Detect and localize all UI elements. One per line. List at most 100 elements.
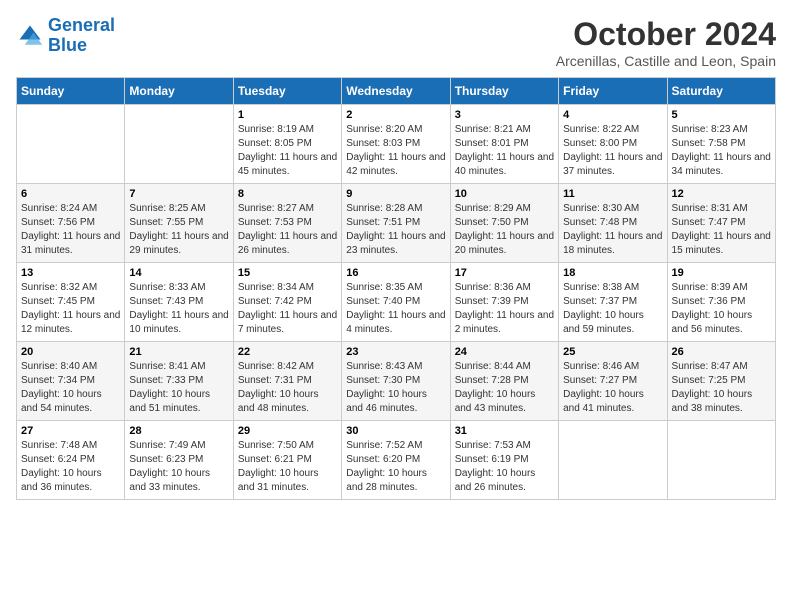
day-number: 18	[563, 267, 662, 279]
day-detail: Sunrise: 8:38 AMSunset: 7:37 PMDaylight:…	[563, 281, 662, 337]
day-number: 19	[672, 267, 771, 279]
day-detail: Sunrise: 7:53 AMSunset: 6:19 PMDaylight:…	[455, 439, 554, 495]
day-cell: 26 Sunrise: 8:47 AMSunset: 7:25 PMDayligh…	[667, 342, 775, 421]
week-row-3: 13 Sunrise: 8:32 AMSunset: 7:45 PMDayligh…	[17, 263, 776, 342]
day-cell: 11 Sunrise: 8:30 AMSunset: 7:48 PMDayligh…	[559, 184, 667, 263]
day-number: 20	[21, 346, 120, 358]
day-detail: Sunrise: 8:41 AMSunset: 7:33 PMDaylight:…	[129, 360, 228, 416]
day-cell: 31 Sunrise: 7:53 AMSunset: 6:19 PMDayligh…	[450, 421, 558, 500]
day-number: 13	[21, 267, 120, 279]
week-row-5: 27Sunrise: 7:48 AMSunset: 6:24 PMDayligh…	[17, 421, 776, 500]
page-header: General Blue October 2024 Arcenillas, Ca…	[16, 16, 776, 69]
day-number: 8	[238, 188, 337, 200]
day-detail: Sunrise: 8:22 AMSunset: 8:00 PMDaylight:…	[563, 123, 662, 179]
day-number: 1	[238, 109, 337, 121]
day-number: 5	[672, 109, 771, 121]
col-header-friday: Friday	[559, 78, 667, 105]
day-detail: Sunrise: 7:50 AMSunset: 6:21 PMDaylight:…	[238, 439, 337, 495]
day-detail: Sunrise: 8:23 AMSunset: 7:58 PMDaylight:…	[672, 123, 771, 179]
day-number: 22	[238, 346, 337, 358]
day-cell: 28Sunrise: 7:49 AMSunset: 6:23 PMDayligh…	[125, 421, 233, 500]
day-number: 9	[346, 188, 445, 200]
day-cell: 25Sunrise: 8:46 AMSunset: 7:27 PMDayligh…	[559, 342, 667, 421]
day-cell: 12Sunrise: 8:31 AMSunset: 7:47 PMDayligh…	[667, 184, 775, 263]
day-detail: Sunrise: 8:36 AMSunset: 7:39 PMDaylight:…	[455, 281, 554, 337]
logo: General Blue	[16, 16, 115, 56]
day-detail: Sunrise: 8:29 AMSunset: 7:50 PMDaylight:…	[455, 202, 554, 258]
day-cell: 14 Sunrise: 8:33 AMSunset: 7:43 PMDayligh…	[125, 263, 233, 342]
calendar-table: SundayMondayTuesdayWednesdayThursdayFrid…	[16, 77, 776, 500]
day-number: 30	[346, 425, 445, 437]
day-cell: 9 Sunrise: 8:28 AMSunset: 7:51 PMDaylight…	[342, 184, 450, 263]
day-cell: 5 Sunrise: 8:23 AMSunset: 7:58 PMDaylight…	[667, 105, 775, 184]
day-cell: 30 Sunrise: 7:52 AMSunset: 6:20 PMDayligh…	[342, 421, 450, 500]
day-number: 11	[563, 188, 662, 200]
day-detail: Sunrise: 8:35 AMSunset: 7:40 PMDaylight:…	[346, 281, 445, 337]
day-cell: 22 Sunrise: 8:42 AMSunset: 7:31 PMDayligh…	[233, 342, 341, 421]
day-detail: Sunrise: 8:44 AMSunset: 7:28 PMDaylight:…	[455, 360, 554, 416]
day-cell: 7Sunrise: 8:25 AMSunset: 7:55 PMDaylight…	[125, 184, 233, 263]
day-detail: Sunrise: 8:43 AMSunset: 7:30 PMDaylight:…	[346, 360, 445, 416]
day-number: 7	[129, 188, 228, 200]
col-header-monday: Monday	[125, 78, 233, 105]
day-cell: 18 Sunrise: 8:38 AMSunset: 7:37 PMDayligh…	[559, 263, 667, 342]
day-detail: Sunrise: 8:47 AMSunset: 7:25 PMDaylight:…	[672, 360, 771, 416]
day-number: 12	[672, 188, 771, 200]
day-number: 2	[346, 109, 445, 121]
day-cell: 20 Sunrise: 8:40 AMSunset: 7:34 PMDayligh…	[17, 342, 125, 421]
week-row-4: 20 Sunrise: 8:40 AMSunset: 7:34 PMDayligh…	[17, 342, 776, 421]
title-block: October 2024 Arcenillas, Castille and Le…	[556, 16, 776, 69]
day-detail: Sunrise: 8:42 AMSunset: 7:31 PMDaylight:…	[238, 360, 337, 416]
day-detail: Sunrise: 8:34 AMSunset: 7:42 PMDaylight:…	[238, 281, 337, 337]
month-title: October 2024	[556, 16, 776, 53]
day-number: 29	[238, 425, 337, 437]
day-cell: 8 Sunrise: 8:27 AMSunset: 7:53 PMDaylight…	[233, 184, 341, 263]
day-detail: Sunrise: 8:40 AMSunset: 7:34 PMDaylight:…	[21, 360, 120, 416]
day-detail: Sunrise: 7:49 AMSunset: 6:23 PMDaylight:…	[129, 439, 228, 495]
day-detail: Sunrise: 8:21 AMSunset: 8:01 PMDaylight:…	[455, 123, 554, 179]
week-row-2: 6 Sunrise: 8:24 AMSunset: 7:56 PMDaylight…	[17, 184, 776, 263]
day-number: 26	[672, 346, 771, 358]
day-cell	[667, 421, 775, 500]
logo-icon	[16, 22, 44, 50]
day-number: 24	[455, 346, 554, 358]
day-detail: Sunrise: 7:52 AMSunset: 6:20 PMDaylight:…	[346, 439, 445, 495]
day-cell: 3Sunrise: 8:21 AMSunset: 8:01 PMDaylight…	[450, 105, 558, 184]
day-cell: 15 Sunrise: 8:34 AMSunset: 7:42 PMDayligh…	[233, 263, 341, 342]
day-cell	[559, 421, 667, 500]
day-number: 10	[455, 188, 554, 200]
day-number: 23	[346, 346, 445, 358]
day-detail: Sunrise: 8:28 AMSunset: 7:51 PMDaylight:…	[346, 202, 445, 258]
col-header-thursday: Thursday	[450, 78, 558, 105]
day-cell: 17 Sunrise: 8:36 AMSunset: 7:39 PMDayligh…	[450, 263, 558, 342]
day-detail: Sunrise: 8:24 AMSunset: 7:56 PMDaylight:…	[21, 202, 120, 258]
day-number: 6	[21, 188, 120, 200]
day-cell	[125, 105, 233, 184]
day-cell	[17, 105, 125, 184]
col-header-tuesday: Tuesday	[233, 78, 341, 105]
week-row-1: 1Sunrise: 8:19 AMSunset: 8:05 PMDaylight…	[17, 105, 776, 184]
day-cell: 23 Sunrise: 8:43 AMSunset: 7:30 PMDayligh…	[342, 342, 450, 421]
day-detail: Sunrise: 8:39 AMSunset: 7:36 PMDaylight:…	[672, 281, 771, 337]
day-number: 4	[563, 109, 662, 121]
day-detail: Sunrise: 8:30 AMSunset: 7:48 PMDaylight:…	[563, 202, 662, 258]
day-detail: Sunrise: 8:33 AMSunset: 7:43 PMDaylight:…	[129, 281, 228, 337]
day-number: 14	[129, 267, 228, 279]
day-detail: Sunrise: 8:27 AMSunset: 7:53 PMDaylight:…	[238, 202, 337, 258]
day-cell: 16Sunrise: 8:35 AMSunset: 7:40 PMDayligh…	[342, 263, 450, 342]
day-number: 15	[238, 267, 337, 279]
day-cell: 27Sunrise: 7:48 AMSunset: 6:24 PMDayligh…	[17, 421, 125, 500]
day-number: 17	[455, 267, 554, 279]
day-number: 21	[129, 346, 228, 358]
day-cell: 4 Sunrise: 8:22 AMSunset: 8:00 PMDaylight…	[559, 105, 667, 184]
day-detail: Sunrise: 8:20 AMSunset: 8:03 PMDaylight:…	[346, 123, 445, 179]
col-header-saturday: Saturday	[667, 78, 775, 105]
day-number: 31	[455, 425, 554, 437]
logo-text: General Blue	[48, 16, 115, 56]
col-header-wednesday: Wednesday	[342, 78, 450, 105]
day-number: 25	[563, 346, 662, 358]
day-cell: 2 Sunrise: 8:20 AMSunset: 8:03 PMDaylight…	[342, 105, 450, 184]
day-cell: 21 Sunrise: 8:41 AMSunset: 7:33 PMDayligh…	[125, 342, 233, 421]
day-cell: 6 Sunrise: 8:24 AMSunset: 7:56 PMDaylight…	[17, 184, 125, 263]
day-detail: Sunrise: 8:32 AMSunset: 7:45 PMDaylight:…	[21, 281, 120, 337]
